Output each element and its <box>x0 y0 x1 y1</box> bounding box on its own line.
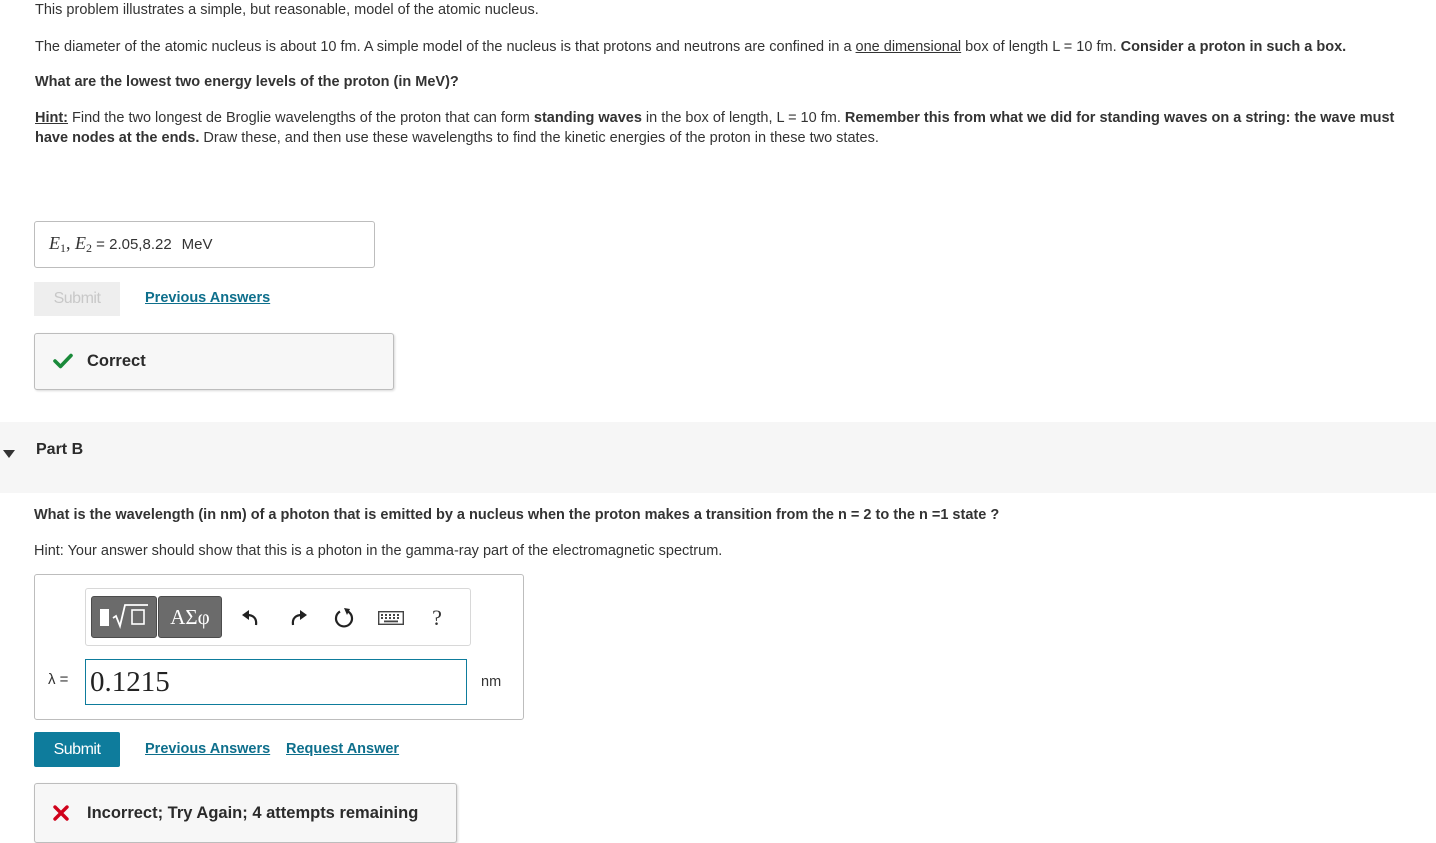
hint-label: Hint: <box>35 109 69 126</box>
hint-text-2: in the box of length, L = 10 fm. <box>641 109 845 126</box>
hint-part-b: Hint: Your answer should show that this … <box>34 543 723 559</box>
part-a-feedback: Correct <box>34 333 394 390</box>
part-a-submit-button[interactable]: Submit <box>34 282 120 316</box>
keyboard-icon[interactable] <box>377 607 405 629</box>
part-b-feedback: Incorrect; Try Again; 4 attempts remaini… <box>34 783 457 843</box>
nm-unit: nm <box>481 674 502 690</box>
math-toolbar: ΑΣφ ? <box>85 588 471 646</box>
statement-text-2: box of length L = 10 fm. <box>961 38 1121 55</box>
feedback-text: Correct <box>87 352 146 370</box>
templates-button[interactable] <box>91 596 157 638</box>
redo-icon[interactable] <box>287 607 309 629</box>
hint-text: Find the two longest de Broglie waveleng… <box>68 109 534 126</box>
symbols-button[interactable]: ΑΣφ <box>158 596 222 638</box>
part-a-previous-answers-link[interactable]: Previous Answers <box>145 290 270 306</box>
feedback-text: Incorrect; Try Again; 4 attempts remaini… <box>87 803 419 822</box>
undo-icon[interactable] <box>240 607 262 629</box>
reset-icon[interactable] <box>333 607 355 629</box>
hint-bold: standing waves <box>533 109 642 126</box>
question-part-a: What are the lowest two energy levels of… <box>35 74 459 90</box>
checkmark-icon <box>53 353 75 371</box>
statement-text: The diameter of the atomic nucleus is ab… <box>35 38 856 55</box>
collapse-arrow-icon[interactable] <box>3 447 15 463</box>
hint-part-a: Hint: Find the two longest de Broglie wa… <box>35 108 1420 149</box>
part-b-submit-button[interactable]: Submit <box>34 732 120 767</box>
intro-line: This problem illustrates a simple, but r… <box>35 2 539 18</box>
lambda-label: λ = <box>48 671 69 688</box>
statement-bold: Consider a proton in such a box. <box>1120 38 1347 55</box>
part-b-title[interactable]: Part B <box>36 441 83 459</box>
part-a-answer-value: 2.05,8.22 <box>109 236 172 253</box>
answer-editor: ΑΣφ ? λ = nm <box>34 574 524 720</box>
x-icon <box>53 805 69 821</box>
part-b-previous-answers-link[interactable]: Previous Answers <box>145 741 270 757</box>
hint-text-3: Draw these, and then use these wavelengt… <box>199 130 879 146</box>
problem-statement: The diameter of the atomic nucleus is ab… <box>35 37 1420 58</box>
energy-symbol: E1, E2 <box>49 233 92 255</box>
equals-sign: = <box>92 236 110 253</box>
request-answer-link[interactable]: Request Answer <box>286 741 399 757</box>
question-part-b: What is the wavelength (in nm) of a phot… <box>34 507 1000 523</box>
fraction-sqrt-icon <box>96 600 152 634</box>
part-a-unit: MeV <box>181 236 213 253</box>
problem-intro: This problem illustrates a simple, but r… <box>35 0 1420 149</box>
help-button[interactable]: ? <box>426 605 448 630</box>
part-a-answer-box: E1, E2 = 2.05,8.22 MeV <box>34 221 375 268</box>
statement-underlined: one dimensional <box>855 38 962 55</box>
wavelength-input[interactable] <box>85 659 467 705</box>
part-b-header[interactable] <box>0 422 1436 493</box>
